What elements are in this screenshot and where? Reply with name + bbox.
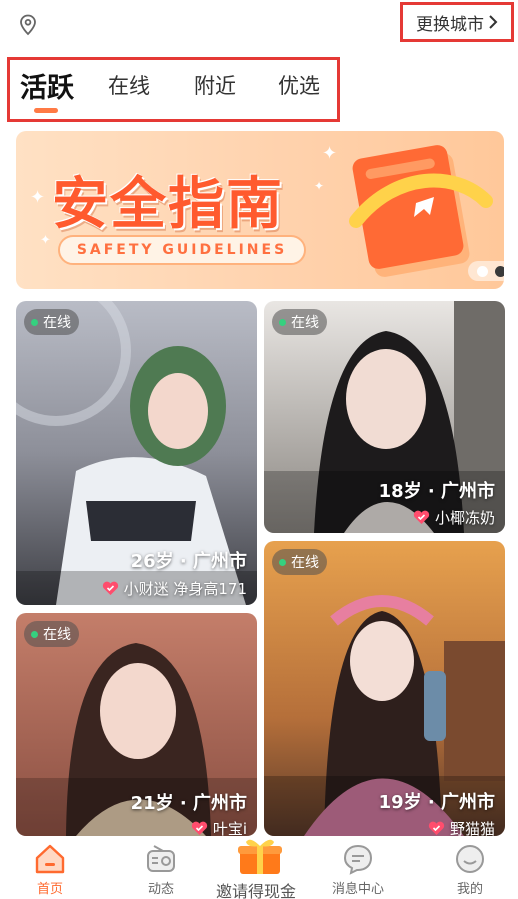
change-city-label: 更换城市	[416, 14, 484, 35]
nav-feed[interactable]: 动态	[121, 842, 201, 897]
sparkle-icon: ✦	[322, 143, 338, 164]
nickname-label: 小椰冻奶	[434, 509, 495, 527]
sparkle-icon: ✦	[314, 179, 325, 193]
banner-subtitle: SAFETY GUIDELINES	[58, 235, 306, 265]
age-city-label: 19岁 · 广州市	[378, 792, 495, 813]
carousel-dot-active[interactable]	[494, 265, 504, 277]
nickname-label: 叶宝i	[212, 820, 247, 836]
tab-online[interactable]: 在线	[108, 70, 150, 100]
bottom-nav: 首页 动态 邀请得现金 消息中心 我的	[0, 836, 518, 899]
nav-invite-label[interactable]: 邀请得现金	[216, 878, 296, 899]
online-status-label: 在线	[43, 315, 71, 331]
nav-profile-label: 我的	[456, 882, 483, 897]
sparkle-icon: ✦	[30, 187, 46, 208]
tab-active[interactable]: 活跃	[20, 66, 74, 105]
online-dot-icon	[31, 630, 38, 638]
nickname-label: 野猫猫	[449, 820, 495, 836]
age-city-label: 26岁 · 广州市	[130, 551, 247, 572]
top-bar: 更换城市	[0, 0, 518, 52]
online-status-label: 在线	[291, 315, 319, 331]
radio-icon	[147, 845, 175, 872]
age-city-label: 21岁 · 广州市	[130, 793, 247, 814]
gift-box-icon[interactable]	[236, 836, 284, 876]
carousel-indicator	[468, 261, 504, 281]
online-dot-icon	[279, 318, 286, 326]
smile-face-icon	[456, 845, 484, 873]
guide-book-icon	[349, 145, 493, 277]
banner-title: 安全指南	[52, 172, 284, 237]
age-city-label: 18岁 · 广州市	[378, 481, 495, 502]
nickname: 野猫猫	[428, 818, 495, 836]
verified-heart-icon	[428, 821, 445, 835]
location-pin-icon[interactable]	[18, 14, 38, 36]
nav-home-label: 首页	[36, 882, 63, 897]
chat-bubble-icon	[343, 844, 373, 875]
verified-heart-icon	[191, 821, 207, 835]
profile-card[interactable]: 在线 26岁 · 广州市 小财迷 净身高171	[16, 301, 257, 605]
nickname: 小财迷 净身高171	[102, 578, 247, 599]
profile-card[interactable]: 在线 19岁 · 广州市 野猫猫	[264, 541, 505, 836]
online-dot-icon	[279, 558, 286, 566]
tab-nearby[interactable]: 附近	[194, 70, 236, 100]
nickname: 叶宝i	[191, 818, 247, 836]
nav-messages-label: 消息中心	[331, 882, 384, 897]
active-tab-indicator	[34, 108, 58, 113]
category-tabs: 活跃 在线 附近 优选	[7, 57, 340, 122]
home-icon	[35, 844, 65, 874]
safety-guide-banner[interactable]: ✦ ✦ ✦ ✦ 安全指南 SAFETY GUIDELINES	[16, 131, 504, 289]
nav-profile[interactable]: 我的	[430, 842, 510, 897]
carousel-dot[interactable]	[476, 265, 488, 277]
nickname: 小椰冻奶	[413, 507, 495, 528]
sparkle-icon: ✦	[40, 233, 51, 248]
app-screen: 更换城市 活跃 在线 附近 优选 ✦ ✦ ✦ ✦ 安全指南 SAFETY GUI…	[0, 0, 518, 899]
nav-messages[interactable]: 消息中心	[318, 842, 398, 897]
online-status-badge: 在线	[272, 309, 327, 335]
verified-heart-icon	[102, 581, 118, 595]
nav-home[interactable]: 首页	[10, 842, 90, 897]
chevron-right-icon	[489, 15, 498, 29]
verified-heart-icon	[413, 510, 430, 524]
change-city-button[interactable]: 更换城市	[400, 2, 514, 42]
online-status-badge: 在线	[24, 309, 79, 335]
online-status-label: 在线	[291, 555, 319, 571]
online-dot-icon	[31, 318, 38, 326]
nav-feed-label: 动态	[147, 882, 174, 897]
online-status-badge: 在线	[24, 621, 79, 647]
profile-card[interactable]: 在线 21岁 · 广州市 叶宝i	[16, 613, 257, 836]
profile-card[interactable]: 在线 18岁 · 广州市 小椰冻奶	[264, 301, 505, 533]
nickname-label: 小财迷 净身高171	[123, 580, 247, 598]
online-status-badge: 在线	[272, 549, 327, 575]
online-status-label: 在线	[43, 627, 71, 643]
tab-featured[interactable]: 优选	[278, 70, 320, 100]
